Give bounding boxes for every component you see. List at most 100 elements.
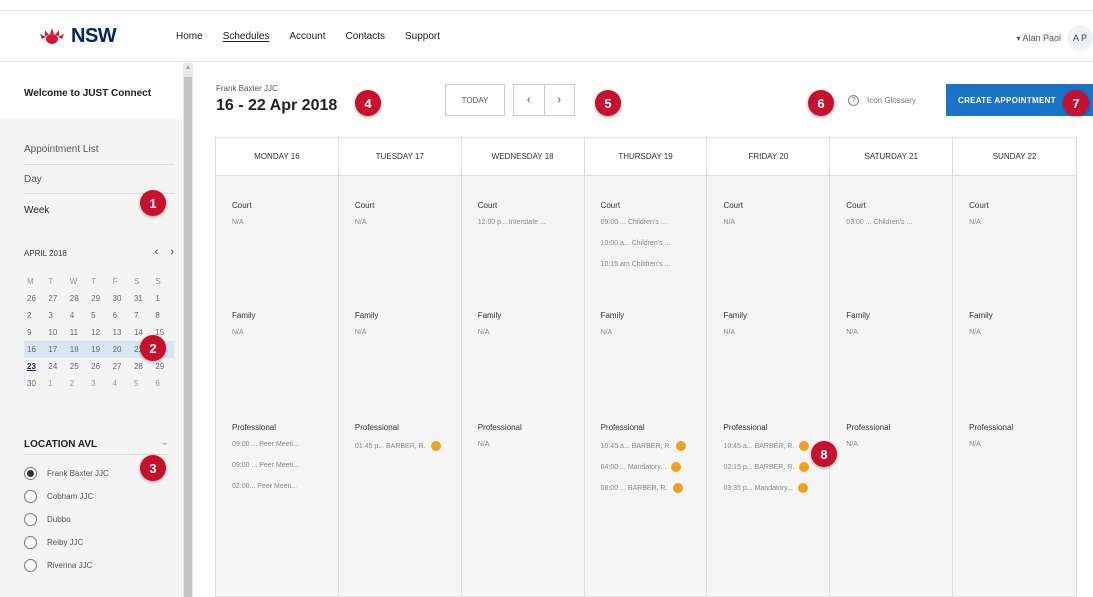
radio-selected[interactable]: [24, 467, 37, 480]
radio[interactable]: [24, 513, 37, 526]
location-option[interactable]: Reiby JJC: [24, 536, 83, 549]
appointment-entry[interactable]: 02:00... Peer Meeti...: [232, 483, 297, 490]
calendar-day[interactable]: 4: [110, 379, 131, 388]
next-week-button[interactable]: ›: [545, 85, 575, 115]
calendar-day[interactable]: 1: [152, 294, 173, 303]
calendar-day[interactable]: 29: [152, 362, 173, 371]
warning-icon[interactable]: [672, 483, 683, 493]
location-option[interactable]: Frank Baxter JJC: [24, 467, 109, 480]
appointment-entry[interactable]: 02:15 p... BARBER, R.: [723, 462, 810, 472]
today-button[interactable]: TODAY: [445, 84, 505, 116]
nsw-logo[interactable]: NSW: [37, 25, 117, 47]
calendar-day[interactable]: 16: [24, 345, 45, 354]
radio[interactable]: [24, 536, 37, 549]
calendar-day[interactable]: 11: [67, 328, 88, 337]
calendar-day[interactable]: 31: [131, 294, 152, 303]
sidebar-item-week[interactable]: Week: [24, 205, 49, 216]
nav-support[interactable]: Support: [405, 31, 440, 42]
day-column[interactable]: FRIDAY 20 Court N/A Family N/A Professional 10…: [707, 138, 831, 596]
calendar-day[interactable]: 3: [88, 379, 109, 388]
calendar-day[interactable]: 17: [45, 345, 66, 354]
calendar-day[interactable]: 5: [88, 311, 109, 320]
day-column[interactable]: THURSDAY 19 Court 09:00 ... Children's ...…: [584, 138, 708, 596]
calendar-day[interactable]: 3: [45, 311, 66, 320]
calendar-day[interactable]: 9: [24, 328, 45, 337]
calendar-day[interactable]: 28: [67, 294, 88, 303]
calendar-day[interactable]: 27: [45, 294, 66, 303]
day-header[interactable]: FRIDAY 20: [707, 138, 830, 176]
prev-week-button[interactable]: ‹: [514, 85, 545, 115]
calendar-day[interactable]: 1: [45, 379, 66, 388]
calendar-day[interactable]: 2: [67, 379, 88, 388]
day-header[interactable]: TUESDAY 17: [338, 138, 461, 176]
scroll-up-icon[interactable]: ▲: [185, 65, 191, 71]
nav-schedules[interactable]: Schedules: [223, 31, 270, 42]
calendar-next-button[interactable]: ›: [170, 246, 174, 258]
appointment-entry[interactable]: 03:00 ... Children's ...: [846, 219, 912, 226]
day-column[interactable]: TUESDAY 17 Court N/A Family N/A Professional 0…: [338, 138, 462, 596]
appointment-entry[interactable]: 10:00 a... Children's ...: [601, 240, 671, 247]
day-column[interactable]: MONDAY 16 Court N/A Family N/A Professional 09…: [216, 138, 339, 596]
appointment-entry[interactable]: 09:00 ... Peer Meeti...: [232, 462, 299, 469]
icon-glossary-link[interactable]: ? Icon Glossary: [848, 95, 916, 106]
appointment-entry[interactable]: 09:00 ... Children's ...: [601, 219, 667, 226]
warning-icon[interactable]: [671, 462, 682, 472]
location-option[interactable]: Cobham JJC: [24, 490, 93, 503]
calendar-day[interactable]: 27: [110, 362, 131, 371]
day-column[interactable]: SATURDAY 21 Court 03:00 ... Children's ...…: [830, 138, 954, 596]
calendar-day[interactable]: 10: [45, 328, 66, 337]
calendar-day[interactable]: 30: [24, 379, 45, 388]
sidebar-item-appointment-list[interactable]: Appointment List: [24, 144, 99, 155]
calendar-day[interactable]: 6: [152, 379, 173, 388]
calendar-prev-button[interactable]: ‹: [155, 246, 159, 258]
avatar[interactable]: A P: [1067, 25, 1093, 51]
calendar-day[interactable]: 19: [88, 345, 109, 354]
scrollbar-thumb[interactable]: [184, 77, 192, 597]
location-option[interactable]: Riverina JJC: [24, 559, 92, 572]
location-filter-header[interactable]: LOCATION AVL ⌄: [24, 437, 169, 450]
nav-account[interactable]: Account: [289, 31, 325, 42]
warning-icon[interactable]: [799, 462, 810, 472]
calendar-day[interactable]: 5: [131, 379, 152, 388]
user-menu[interactable]: ▾ Alan Paol A P: [1016, 25, 1093, 51]
appointment-entry[interactable]: 12:00 p... Interstate ...: [478, 219, 546, 226]
warning-icon[interactable]: [799, 441, 810, 451]
day-header[interactable]: SUNDAY 22: [953, 138, 1077, 176]
calendar-day[interactable]: 29: [88, 294, 109, 303]
calendar-day[interactable]: 24: [45, 362, 66, 371]
calendar-day[interactable]: 28: [131, 362, 152, 371]
calendar-day[interactable]: 6: [110, 311, 131, 320]
calendar-day[interactable]: 18: [67, 345, 88, 354]
calendar-day[interactable]: 7: [131, 311, 152, 320]
calendar-day[interactable]: 12: [88, 328, 109, 337]
appointment-entry[interactable]: 01:45 p... BARBER, R.: [355, 441, 441, 451]
sidebar-scrollbar[interactable]: ▲: [183, 63, 193, 597]
calendar-day[interactable]: 20: [110, 345, 131, 354]
calendar-day[interactable]: 4: [67, 311, 88, 320]
radio[interactable]: [24, 559, 37, 572]
appointment-entry[interactable]: 04:00 ... Mandatory...: [601, 462, 682, 472]
appointment-entry[interactable]: 08:00 ... BARBER, R.: [601, 483, 683, 493]
calendar-day[interactable]: 26: [24, 294, 45, 303]
day-column[interactable]: WEDNESDAY 18 Court 12:00 p... Interstate .…: [461, 138, 585, 596]
day-header[interactable]: WEDNESDAY 18: [461, 138, 584, 176]
calendar-day-today[interactable]: 23: [24, 362, 45, 371]
calendar-day[interactable]: 2: [24, 311, 45, 320]
appointment-entry[interactable]: 10:15 am Children's ...: [601, 261, 671, 268]
calendar-day[interactable]: 13: [110, 328, 131, 337]
warning-icon[interactable]: [430, 441, 441, 451]
appointment-entry[interactable]: 09:00 ... Peer Meeti...: [232, 441, 299, 448]
calendar-day[interactable]: 8: [152, 311, 173, 320]
appointment-entry[interactable]: 03:35 p... Mandatory...: [723, 483, 808, 493]
nav-contacts[interactable]: Contacts: [346, 31, 385, 42]
sidebar-item-day[interactable]: Day: [24, 174, 42, 185]
warning-icon[interactable]: [797, 483, 808, 493]
radio[interactable]: [24, 490, 37, 503]
chevron-down-icon[interactable]: ⌄: [161, 437, 169, 448]
calendar-day[interactable]: 25: [67, 362, 88, 371]
appointment-entry[interactable]: 10:45 a... BARBER, R.: [601, 441, 687, 451]
location-option[interactable]: Dubbo: [24, 513, 71, 526]
day-header[interactable]: SATURDAY 21: [830, 138, 953, 176]
day-column[interactable]: SUNDAY 22 Court N/A Family N/A Professional N/…: [953, 138, 1077, 596]
warning-icon[interactable]: [676, 441, 687, 451]
